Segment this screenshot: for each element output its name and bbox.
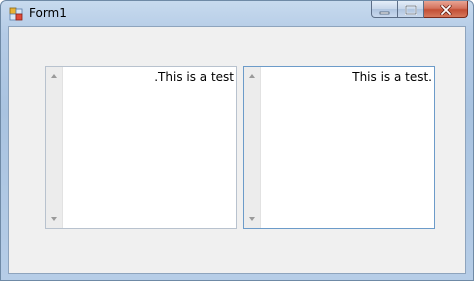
window-title: Form1 — [29, 6, 67, 20]
app-window: Form1 .This is a test This is a test. — [0, 0, 474, 281]
scroll-up-arrow-icon[interactable] — [249, 74, 255, 78]
scroll-down-arrow-icon[interactable] — [51, 217, 57, 221]
scroll-down-arrow-icon[interactable] — [249, 217, 255, 221]
form-icon[interactable] — [9, 6, 23, 21]
textbox-ltr[interactable]: This is a test. — [243, 66, 435, 229]
title-bar[interactable]: Form1 — [1, 1, 473, 26]
minimize-icon — [379, 1, 390, 19]
textbox-rtl[interactable]: .This is a test — [45, 66, 237, 229]
form-client-area: .This is a test This is a test. — [8, 26, 466, 274]
vertical-scrollbar[interactable] — [46, 67, 63, 228]
textbox-text: This is a test. — [352, 70, 432, 84]
close-button[interactable] — [424, 1, 468, 18]
minimize-button[interactable] — [371, 1, 398, 18]
textbox-text: .This is a test — [154, 70, 234, 84]
scroll-up-arrow-icon[interactable] — [51, 74, 57, 78]
maximize-button[interactable] — [398, 1, 424, 18]
maximize-icon — [404, 1, 417, 19]
close-icon — [439, 1, 452, 19]
vertical-scrollbar[interactable] — [244, 67, 261, 228]
caption-buttons — [371, 1, 468, 19]
